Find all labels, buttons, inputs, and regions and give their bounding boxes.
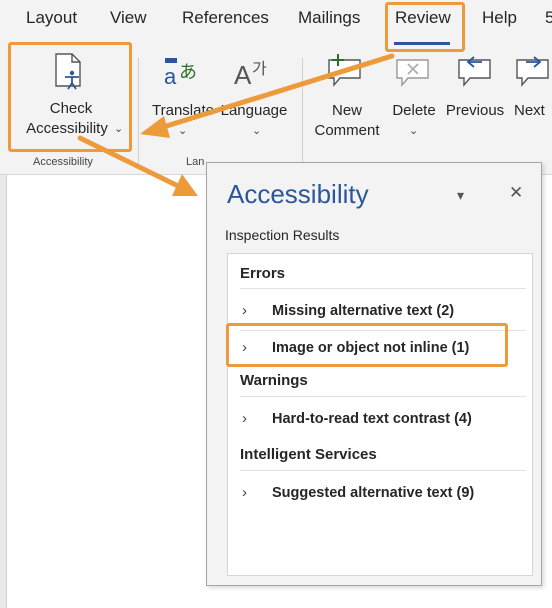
- callout-arrows: [77, 53, 395, 196]
- arrow-check-to-pane: [77, 135, 198, 196]
- arrow-review-to-check: [140, 53, 395, 138]
